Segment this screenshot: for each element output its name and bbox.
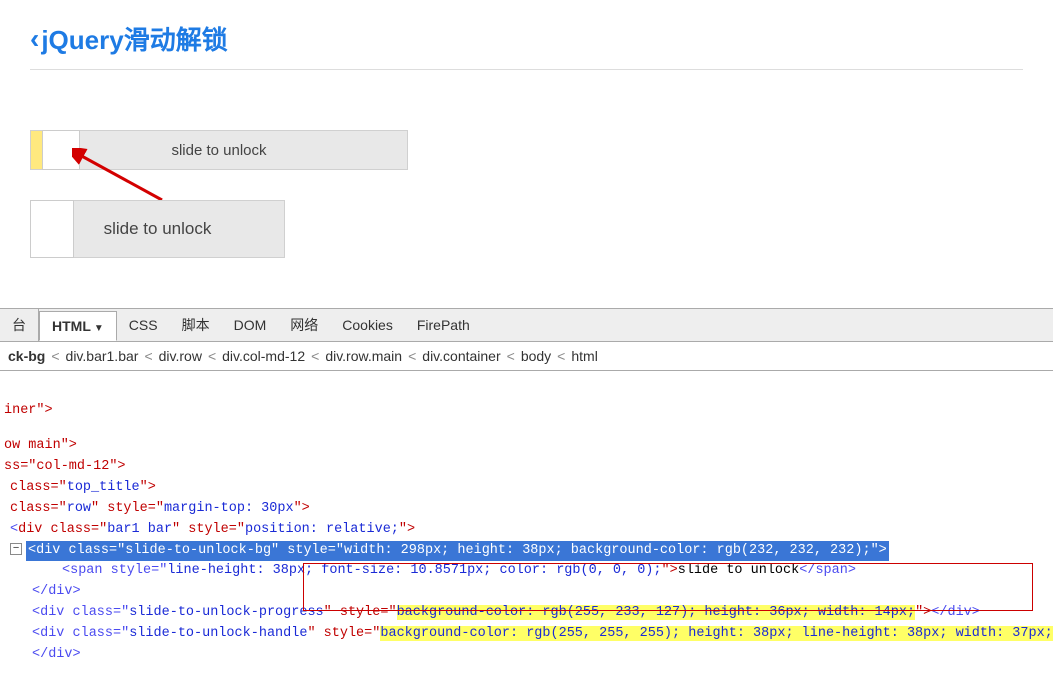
- crumb-selected[interactable]: ck-bg: [4, 348, 49, 364]
- tab-css[interactable]: CSS: [117, 311, 170, 339]
- dom-selected-node[interactable]: <div class="slide-to-unlock-bg" style="w…: [26, 541, 889, 562]
- slider-bar-1: slide to unlock: [30, 130, 410, 170]
- crumb[interactable]: div.bar1.bar: [62, 348, 143, 364]
- slide-handle-2[interactable]: [30, 200, 74, 258]
- crumb[interactable]: div.row: [155, 348, 206, 364]
- breadcrumb-sep-icon: <: [505, 348, 517, 364]
- tab-script[interactable]: 脚本: [170, 309, 222, 341]
- breadcrumb-sep-icon: <: [142, 348, 154, 364]
- breadcrumb-sep-icon: <: [206, 348, 218, 364]
- tab-html[interactable]: HTML▼: [39, 311, 117, 341]
- crumb[interactable]: html: [567, 348, 601, 364]
- devtools-breadcrumb: ck-bg < div.bar1.bar < div.row < div.col…: [0, 342, 1053, 371]
- back-chevron-icon[interactable]: ‹: [30, 25, 39, 53]
- tab-net[interactable]: 网络: [278, 309, 330, 341]
- dom-text: </div>: [32, 647, 81, 662]
- tab-console-partial[interactable]: 台: [0, 309, 39, 341]
- tab-firepath[interactable]: FirePath: [405, 311, 482, 339]
- dom-text: </div>: [32, 584, 81, 599]
- tab-cookies[interactable]: Cookies: [330, 311, 405, 339]
- highlighted-style-handle: background-color: rgb(255, 255, 255); he…: [380, 626, 1053, 641]
- crumb[interactable]: div.container: [418, 348, 504, 364]
- page-title: jQuery滑动解锁: [41, 20, 227, 57]
- devtools-dom-tree[interactable]: iner"> ow main"> ss="col-md-12"> class="…: [0, 371, 1053, 678]
- crumb[interactable]: div.row.main: [321, 348, 406, 364]
- crumb[interactable]: div.col-md-12: [218, 348, 309, 364]
- dropdown-caret-icon: ▼: [94, 323, 104, 334]
- arrow-annotation-icon: [72, 148, 172, 208]
- dom-text: iner">: [4, 403, 53, 418]
- dom-text: ss="col-md-12">: [4, 459, 126, 474]
- dom-text: ow main">: [4, 438, 77, 453]
- breadcrumb-sep-icon: <: [49, 348, 61, 364]
- devtools-tabstrip: 台 HTML▼ CSS 脚本 DOM 网络 Cookies FirePath: [0, 308, 1053, 342]
- highlighted-style-progress: background-color: rgb(255, 233, 127); he…: [397, 605, 915, 620]
- dom-text: class=": [10, 480, 67, 495]
- collapse-toggle-icon[interactable]: −: [10, 543, 22, 555]
- breadcrumb-sep-icon: <: [555, 348, 567, 364]
- top-title-row: ‹ jQuery滑动解锁: [30, 20, 1023, 70]
- tab-dom[interactable]: DOM: [222, 311, 279, 339]
- breadcrumb-sep-icon: <: [309, 348, 321, 364]
- crumb[interactable]: body: [517, 348, 555, 364]
- dom-text: <: [10, 522, 18, 537]
- breadcrumb-sep-icon: <: [406, 348, 418, 364]
- slider-bar-2: slide to unlock: [30, 200, 287, 258]
